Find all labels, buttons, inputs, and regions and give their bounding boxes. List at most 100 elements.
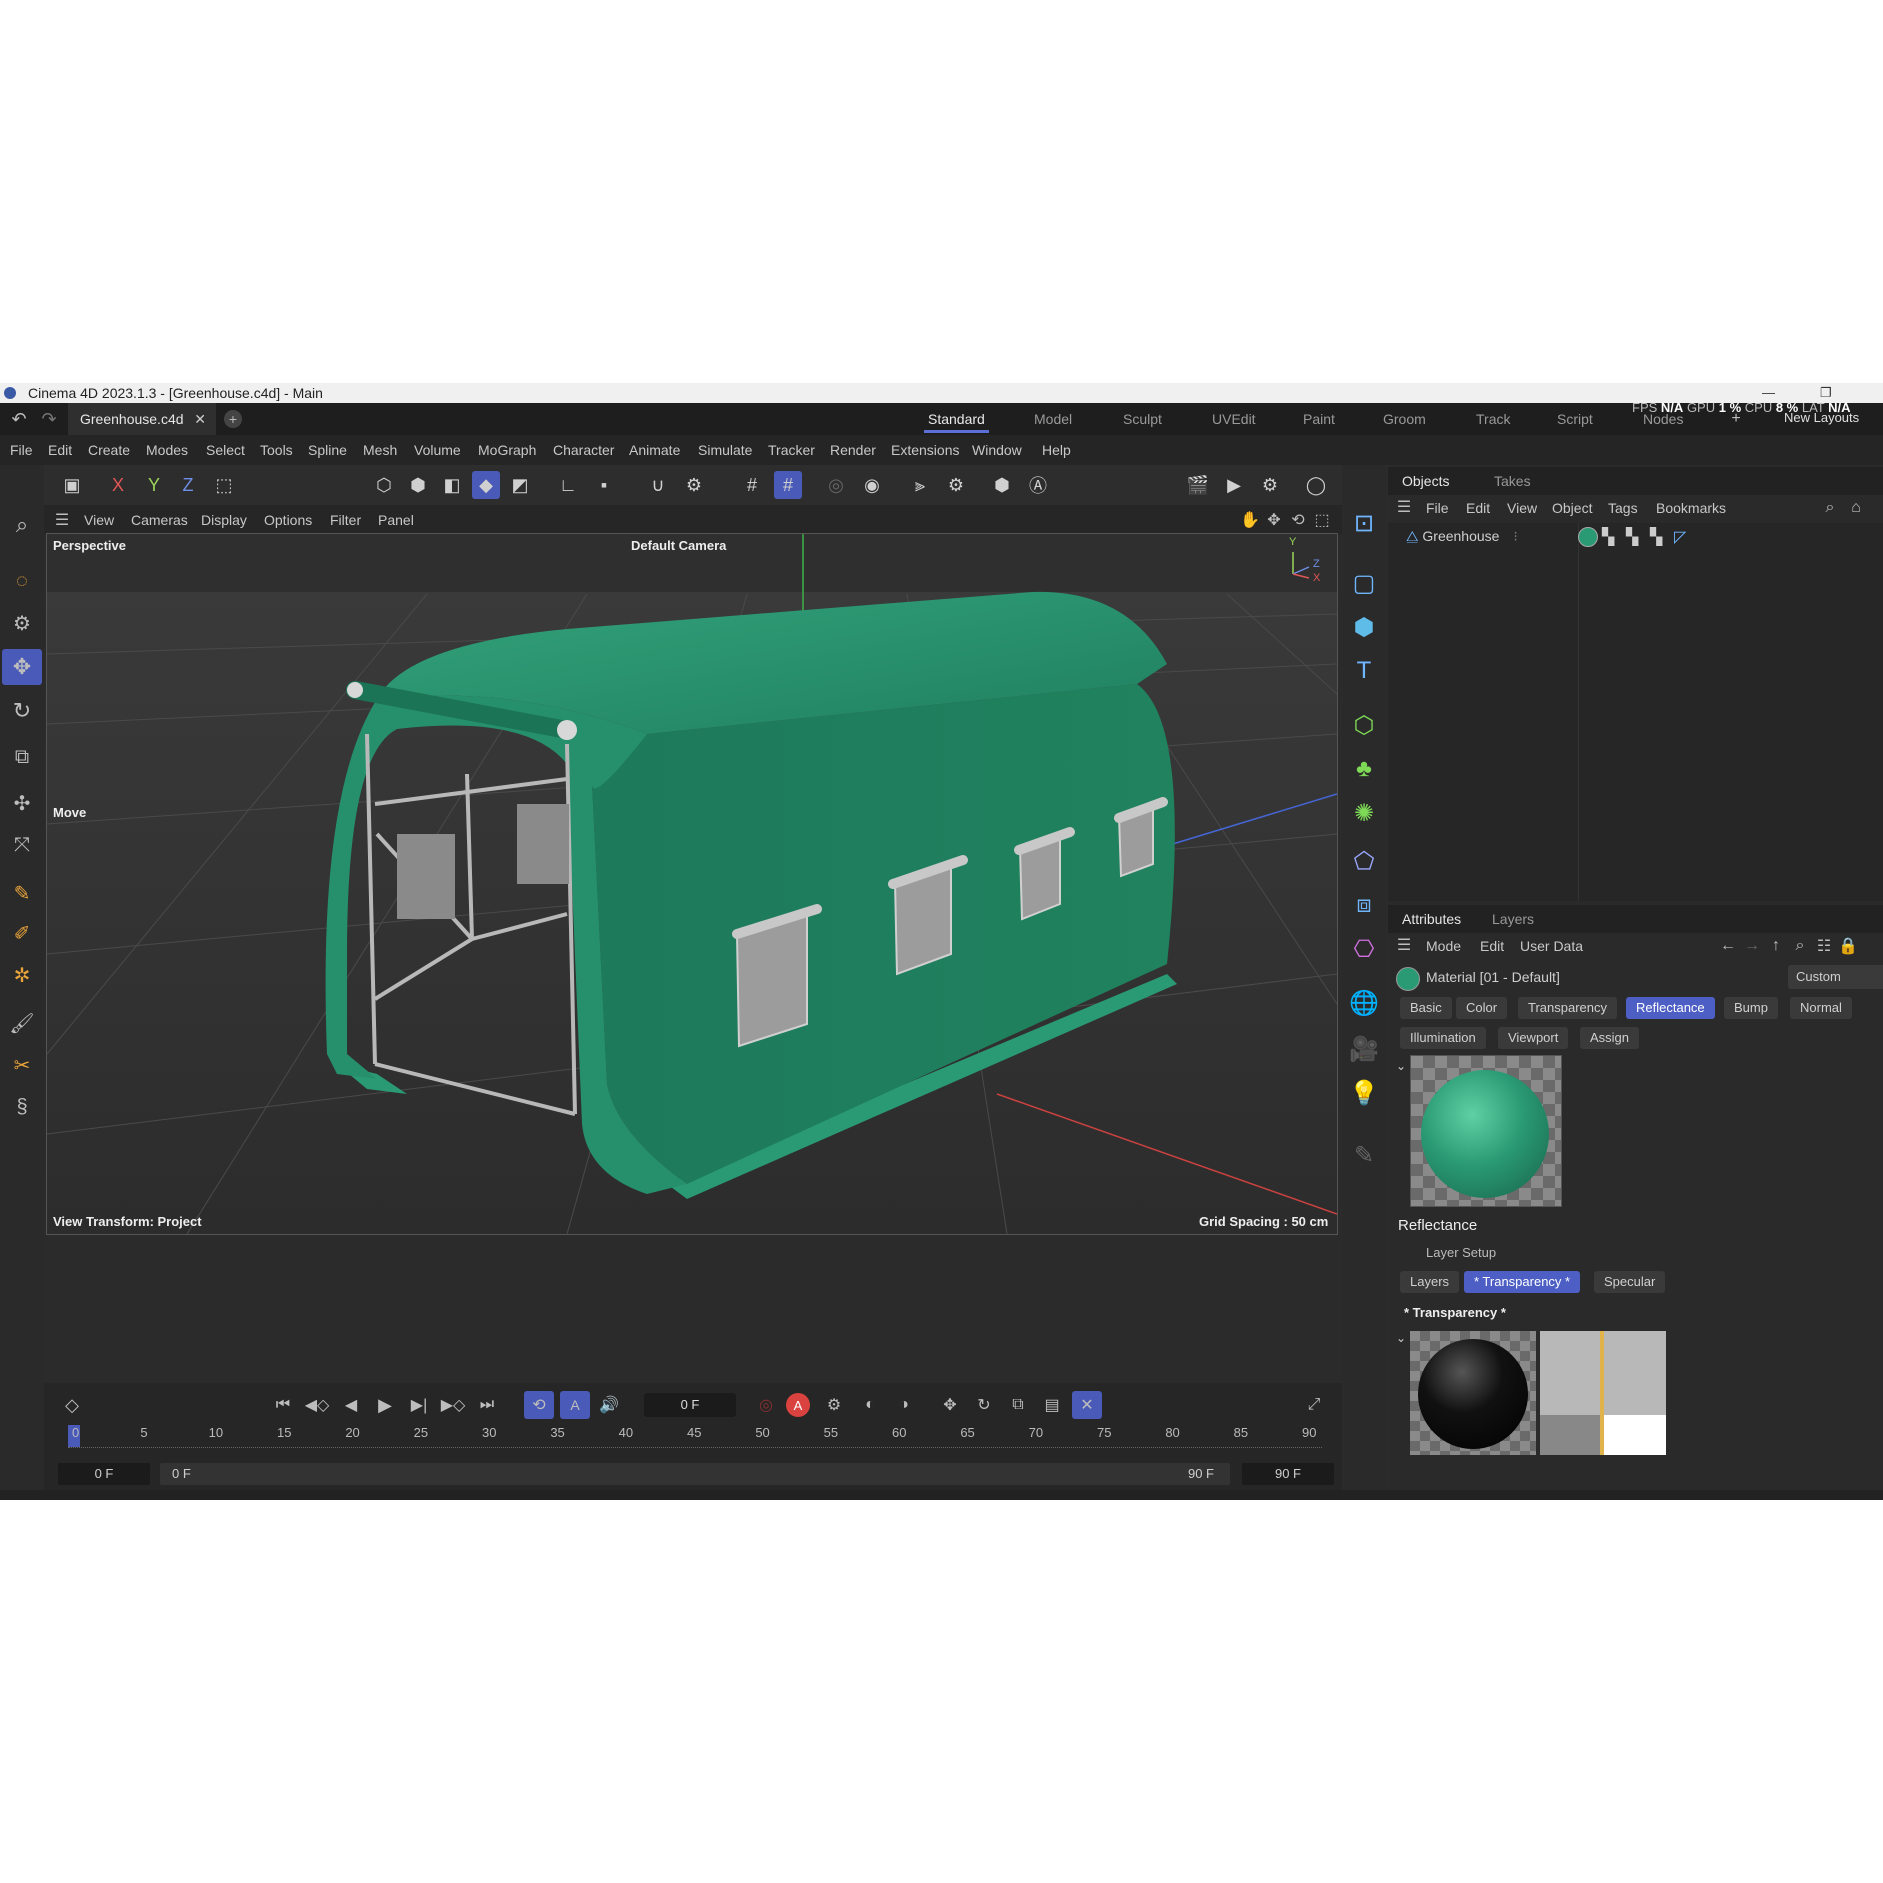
scale-tool-icon[interactable]: ⧉ [6, 741, 38, 773]
autokey-icon[interactable]: A [786, 1393, 810, 1417]
snap-magnet-icon[interactable]: ∪ [644, 471, 672, 499]
object-mode-icon[interactable]: ◆ [472, 471, 500, 499]
play-icon[interactable]: ▶ [372, 1391, 398, 1419]
tweak-icon[interactable]: ⚙ [6, 607, 38, 639]
render-settings-icon[interactable]: ⚙ [1256, 471, 1284, 499]
menu-character[interactable]: Character [553, 435, 614, 465]
camera-label[interactable]: Default Camera [631, 538, 726, 553]
close-tab-icon[interactable]: ✕ [194, 403, 206, 435]
lock-icon[interactable]: 🔒 [1838, 936, 1858, 956]
viewport-menu-filter[interactable]: Filter [330, 505, 361, 535]
collapse-chevron-icon[interactable]: ⌄ [1396, 1059, 1406, 1073]
spline-pen-icon[interactable]: ✎ [6, 877, 38, 909]
camera-object-icon[interactable]: ⊡ [1346, 505, 1382, 541]
redo-icon[interactable]: ↷ [38, 409, 60, 429]
channel-tab-reflectance[interactable]: Reflectance [1626, 997, 1715, 1019]
tab-objects[interactable]: Objects [1402, 467, 1449, 495]
timeline-graph-icon[interactable]: ⤢ [1300, 1391, 1328, 1419]
undo-icon[interactable]: ↶ [8, 409, 30, 429]
layout-tab-standard[interactable]: Standard [924, 403, 989, 435]
knife-icon[interactable]: ✂ [6, 1049, 38, 1081]
tab-layers[interactable]: Layers [1492, 905, 1534, 933]
attributes-hamburger-icon[interactable]: ☰ [1394, 935, 1414, 955]
material-tag-icon[interactable] [1578, 527, 1598, 547]
solo-icon[interactable]: ▪ [590, 471, 618, 499]
objects-search-icon[interactable]: ⌕ [1820, 498, 1840, 518]
mograph-effector-icon[interactable]: ⎔ [1346, 931, 1382, 967]
range-start-field[interactable]: 0 F [58, 1463, 150, 1485]
live-selection-icon[interactable]: ◌ [6, 565, 38, 597]
filter-icon[interactable]: ☷ [1814, 936, 1834, 956]
up-arrow-icon[interactable]: ↑ [1766, 936, 1786, 956]
menu-spline[interactable]: Spline [308, 435, 347, 465]
forward-arrow-icon[interactable]: → [1742, 936, 1762, 956]
menu-tools[interactable]: Tools [260, 435, 293, 465]
key-param-icon[interactable]: ▤ [1038, 1391, 1066, 1419]
document-tab[interactable]: Greenhouse.c4d ✕ [68, 403, 216, 435]
go-to-end-icon[interactable]: ⏭ [474, 1391, 500, 1419]
next-frame-icon[interactable]: ▶| [406, 1391, 432, 1419]
menu-mesh[interactable]: Mesh [363, 435, 397, 465]
transform-tool-icon[interactable]: ✣ [6, 787, 38, 819]
spline-tools-icon[interactable]: ✲ [6, 959, 38, 991]
object-row-greenhouse[interactable]: ⧋ Greenhouse ⁝ [1406, 525, 1518, 547]
layout-tab-paint[interactable]: Paint [1303, 403, 1335, 435]
key-settings-icon[interactable]: ⚙ [820, 1391, 848, 1419]
viewport-hamburger-icon[interactable]: ☰ [52, 511, 72, 529]
viewport-menu-panel[interactable]: Panel [378, 505, 414, 535]
sketch-icon[interactable]: ✎ [1346, 1137, 1382, 1173]
attributes-search-icon[interactable]: ⌕ [1790, 936, 1810, 956]
loop-icon[interactable]: ⟲ [524, 1391, 554, 1419]
menu-render[interactable]: Render [830, 435, 876, 465]
search-icon[interactable]: ⌕ [6, 509, 38, 541]
texture-tag-3-icon[interactable]: ▚ [1650, 527, 1662, 547]
3d-viewport[interactable]: Perspective Default Camera Move View Tra… [46, 533, 1338, 1235]
grid-icon[interactable]: # [738, 471, 766, 499]
menu-volume[interactable]: Volume [414, 435, 461, 465]
menu-mograph[interactable]: MoGraph [478, 435, 536, 465]
back-arrow-icon[interactable]: ← [1718, 936, 1738, 956]
cube-object-icon[interactable]: ⬢ [1346, 609, 1382, 645]
cloner-icon[interactable]: ♣ [1346, 751, 1382, 787]
channel-tab-assign[interactable]: Assign [1580, 1027, 1640, 1049]
go-to-start-icon[interactable]: ⏮ [270, 1391, 296, 1419]
texture-tag-2-icon[interactable]: ▚ [1626, 527, 1638, 547]
text-object-icon[interactable]: T [1346, 653, 1382, 689]
light-icon[interactable]: 💡 [1346, 1075, 1382, 1111]
viewport-menu-cameras[interactable]: Cameras [131, 505, 188, 535]
viewport-menu-display[interactable]: Display [201, 505, 247, 535]
next-key-icon[interactable]: ▶◇ [440, 1391, 466, 1419]
menu-extensions[interactable]: Extensions [891, 435, 959, 465]
object-visibility-icon[interactable]: ⁝ [1513, 528, 1517, 544]
grid-snap-icon[interactable]: # [774, 471, 802, 499]
workplane-icon[interactable]: ∟ [554, 471, 582, 499]
range-end-field[interactable]: 90 F [1242, 1463, 1334, 1485]
viewport-menu-options[interactable]: Options [264, 505, 312, 535]
uv-mode-icon[interactable]: ◩ [506, 471, 534, 499]
preset-dropdown[interactable]: Custom [1788, 965, 1883, 989]
key-rotate-icon[interactable]: ↻ [970, 1391, 998, 1419]
polygons-mode-icon[interactable]: ◧ [438, 471, 466, 499]
home-icon[interactable]: ⌂ [1846, 498, 1866, 518]
points-mode-icon[interactable]: ⬡ [370, 471, 398, 499]
mirror-icon[interactable]: ⫸ [906, 471, 934, 499]
pan-view-icon[interactable]: ✋ [1240, 510, 1260, 530]
plane-object-icon[interactable]: ▢ [1346, 565, 1382, 601]
subdivision-icon[interactable]: ⬡ [1346, 707, 1382, 743]
key-pla-icon[interactable]: ✕ [1072, 1391, 1102, 1419]
layout-tab-track[interactable]: Track [1476, 403, 1510, 435]
channel-tab-transparency[interactable]: Transparency [1518, 997, 1617, 1019]
range-slider[interactable]: 0 F 90 F [160, 1463, 1230, 1485]
layout-tab-groom[interactable]: Groom [1383, 403, 1426, 435]
channel-tab-bump[interactable]: Bump [1724, 997, 1778, 1019]
channel-tab-basic[interactable]: Basic [1400, 997, 1452, 1019]
snap-settings-icon[interactable]: ⚙ [680, 471, 708, 499]
field-icon[interactable]: ⬠ [1346, 843, 1382, 879]
menu-help[interactable]: Help [1042, 435, 1071, 465]
menu-file[interactable]: File [10, 435, 33, 465]
model-mode-icon[interactable]: ▣ [58, 471, 86, 499]
record-icon[interactable]: ◎ [752, 1391, 780, 1419]
magnet-icon[interactable]: § [6, 1091, 38, 1123]
current-frame-field[interactable]: 0 F [644, 1393, 736, 1417]
menu-animate[interactable]: Animate [629, 435, 680, 465]
